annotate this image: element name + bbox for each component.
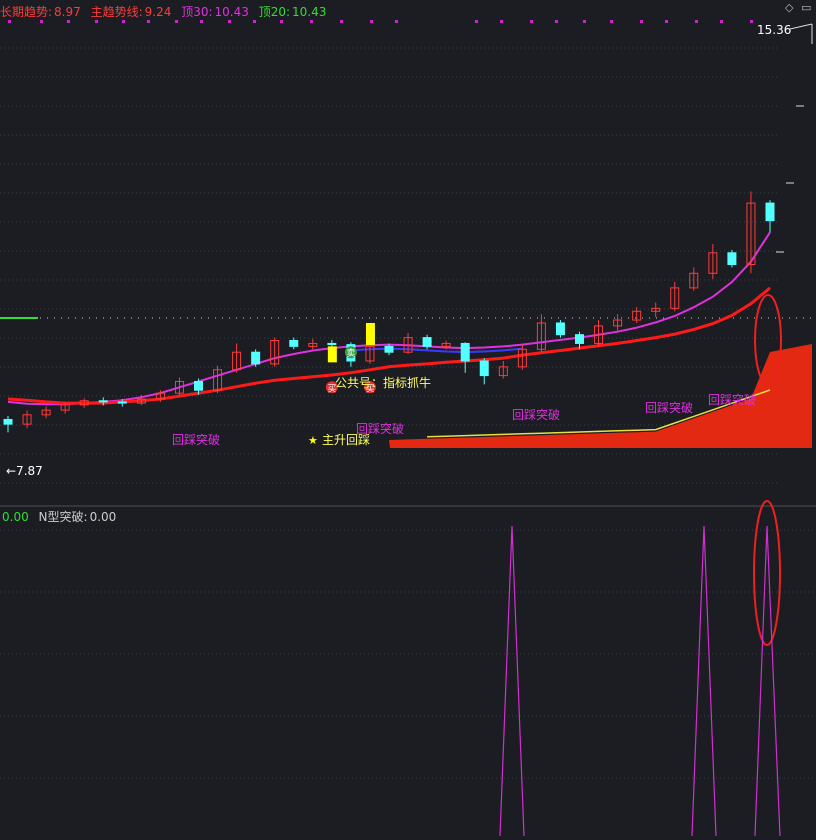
price-low-label: ←7.87 <box>6 464 43 478</box>
top-marker <box>500 20 503 23</box>
lower-first-value: 0.00 <box>2 510 29 524</box>
signal-bar <box>365 322 375 345</box>
top-marker <box>122 20 125 23</box>
price-high-label: 15.36 <box>757 23 791 37</box>
price-high-arrow <box>789 23 813 30</box>
pullback-label: 回踩突破 <box>708 392 756 407</box>
top30-value: 10.43 <box>214 5 249 19</box>
top20-value: 10.43 <box>292 5 327 19</box>
top-marker <box>8 20 11 23</box>
candle-body <box>289 340 299 347</box>
blue-trend-line <box>350 347 523 354</box>
top-marker <box>555 20 558 23</box>
long-trend-value: 8.97 <box>54 5 81 19</box>
top-marker <box>40 20 43 23</box>
candle-body <box>555 322 565 336</box>
top-marker <box>640 20 643 23</box>
top-marker <box>310 20 313 23</box>
pullback-label: 回踩突破 <box>512 407 560 422</box>
candle-body <box>327 342 337 346</box>
top-marker <box>610 20 613 23</box>
signal-bar <box>327 346 337 363</box>
top-marker <box>147 20 150 23</box>
pullback-label: 回踩突破 <box>356 421 404 436</box>
main-trend-value: 9.24 <box>144 5 172 19</box>
candle-body <box>194 380 203 391</box>
upper-legend: 长期趋势: 8.97 主趋势线: 9.24 顶30: 10.43 顶20: 10.43 <box>0 3 332 20</box>
window-toggle-icon[interactable]: ▭ <box>801 2 811 13</box>
top-marker <box>395 20 398 23</box>
candle-body <box>479 360 489 377</box>
diamond-icon[interactable]: ◇ <box>785 2 795 13</box>
indicator-spike <box>754 525 781 837</box>
wechat-label: 公共号：指标抓牛 <box>335 375 431 390</box>
candle-body <box>460 342 470 362</box>
highlight-ellipse <box>753 500 781 646</box>
indicator-spike <box>499 525 525 837</box>
sell-badge-text: 卖 <box>346 348 355 359</box>
lower-legend: 0.00 N型突破: 0.00 <box>2 508 122 525</box>
top-marker <box>583 20 586 23</box>
top-marker <box>475 20 478 23</box>
candle-body <box>727 252 737 265</box>
top-marker <box>530 20 533 23</box>
star-icon: ★ <box>308 434 318 447</box>
top-marker <box>95 20 98 23</box>
candle-body <box>575 334 584 344</box>
pullback-label: 回踩突破 <box>172 432 220 447</box>
candle-body <box>3 418 13 425</box>
main-trend-label: 主趋势线: <box>90 5 143 19</box>
pullback-label: 回踩突破 <box>645 400 693 415</box>
n-breakout-label: N型突破: <box>38 510 88 524</box>
indicator-spike <box>691 525 717 837</box>
candle-body <box>251 351 261 365</box>
top-marker <box>228 20 231 23</box>
n-breakout-value: 0.00 <box>89 510 117 524</box>
candle-body <box>765 202 775 222</box>
top-marker <box>720 20 723 23</box>
top-marker <box>67 20 70 23</box>
top-marker <box>695 20 698 23</box>
top-marker <box>370 20 373 23</box>
long-trend-label: 长期趋势: <box>0 5 53 19</box>
top-marker <box>253 20 256 23</box>
top-marker <box>750 20 753 23</box>
chart-canvas[interactable]: 买买卖公共号：指标抓牛★ 主升回踩回踩突破回踩突破回踩突破 回踩突破回踩突破15.3… <box>0 0 816 837</box>
top-marker <box>665 20 668 23</box>
top-marker <box>280 20 283 23</box>
top20-label: 顶20: <box>258 5 291 19</box>
top-marker <box>175 20 178 23</box>
top-marker <box>200 20 203 23</box>
top-marker <box>340 20 343 23</box>
candle-body <box>117 401 127 404</box>
candle-body <box>384 345 394 353</box>
candle-body <box>422 337 432 347</box>
top30-label: 顶30: <box>181 5 213 19</box>
candle-body <box>98 400 108 403</box>
chart-stage[interactable]: 买买卖公共号：指标抓牛 ★ 主升回踩 回踩突破 回踩突破 回踩突破 回踩突破 回踩突破 15.3… <box>0 0 816 837</box>
